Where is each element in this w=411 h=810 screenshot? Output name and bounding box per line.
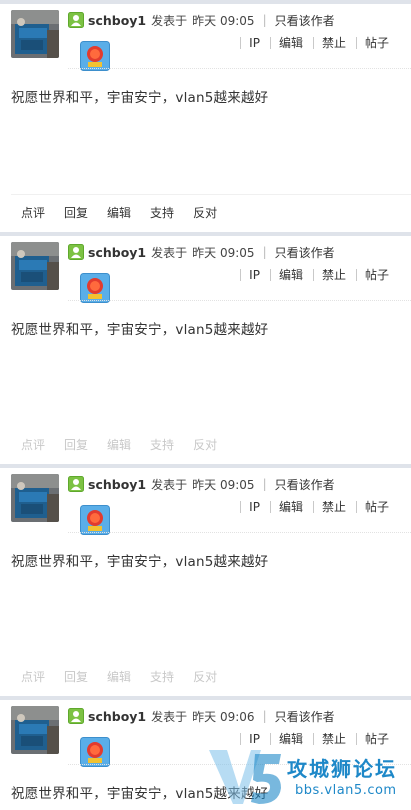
post-actions: 点评 回复 编辑 支持 反对 <box>21 436 236 453</box>
post-content: 祝愿世界和平，宇宙安宁，vlan5越来越好 <box>11 554 269 570</box>
avatar[interactable] <box>11 10 59 58</box>
post-meta: schboy1 发表于 昨天 09:05 | 只看该作者 <box>68 474 335 494</box>
post-actions: 点评 回复 编辑 支持 反对 <box>21 668 236 685</box>
actions-divider <box>11 194 411 195</box>
post-ops: IP 编辑 禁止 帖子 <box>240 37 389 49</box>
posted-time: 昨天 09:05 <box>192 477 255 492</box>
author-name[interactable]: schboy1 <box>88 477 146 492</box>
op-ip[interactable]: IP <box>240 501 260 513</box>
post-content: 祝愿世界和平，宇宙安宁，vlan5越来越好 <box>11 90 269 106</box>
meta-separator: | <box>262 245 267 259</box>
user-online-icon <box>68 476 84 492</box>
action-comment[interactable]: 点评 <box>21 436 45 453</box>
action-reply[interactable]: 回复 <box>64 436 88 453</box>
post-ops: IP 编辑 禁止 帖子 <box>240 501 389 513</box>
posted-time: 昨天 09:05 <box>192 245 255 260</box>
avatar[interactable] <box>11 242 59 290</box>
v5-logo-icon <box>209 750 281 804</box>
meta-dotted-divider <box>68 300 411 301</box>
action-edit[interactable]: 编辑 <box>107 204 131 221</box>
post-divider <box>0 696 411 700</box>
action-oppose[interactable]: 反对 <box>193 204 217 221</box>
posted-time: 昨天 09:06 <box>192 709 255 724</box>
op-posts[interactable]: 帖子 <box>355 501 389 513</box>
op-edit[interactable]: 编辑 <box>269 269 303 281</box>
action-comment[interactable]: 点评 <box>21 668 45 685</box>
op-edit[interactable]: 编辑 <box>269 501 303 513</box>
author-name[interactable]: schboy1 <box>88 245 146 260</box>
op-ip[interactable]: IP <box>240 269 260 281</box>
op-posts[interactable]: 帖子 <box>355 269 389 281</box>
post-content: 祝愿世界和平，宇宙安宁，vlan5越来越好 <box>11 322 269 338</box>
action-edit[interactable]: 编辑 <box>107 436 131 453</box>
post-divider <box>0 0 411 4</box>
only-author-link[interactable]: 只看该作者 <box>275 244 335 261</box>
action-reply[interactable]: 回复 <box>64 204 88 221</box>
only-author-link[interactable]: 只看该作者 <box>275 708 335 725</box>
medal-badge-icon <box>80 505 110 535</box>
op-ban[interactable]: 禁止 <box>312 501 346 513</box>
meta-separator: | <box>262 13 267 27</box>
op-ban[interactable]: 禁止 <box>312 37 346 49</box>
meta-dotted-divider <box>68 68 411 69</box>
posted-label: 发表于 <box>151 13 188 28</box>
user-online-icon <box>68 244 84 260</box>
post-divider <box>0 232 411 236</box>
post-meta: schboy1 发表于 昨天 09:05 | 只看该作者 <box>68 242 335 262</box>
post-actions: 点评 回复 编辑 支持 反对 <box>21 204 236 221</box>
action-comment[interactable]: 点评 <box>21 204 45 221</box>
medal-badge-icon <box>80 41 110 71</box>
posted-label: 发表于 <box>151 477 188 492</box>
avatar[interactable] <box>11 706 59 754</box>
op-edit[interactable]: 编辑 <box>269 37 303 49</box>
action-support[interactable]: 支持 <box>150 204 174 221</box>
op-ban[interactable]: 禁止 <box>312 269 346 281</box>
site-watermark: 攻城狮论坛 bbs.vlan5.com <box>205 744 411 810</box>
post-ops: IP 编辑 禁止 帖子 <box>240 269 389 281</box>
user-online-icon <box>68 708 84 724</box>
action-support[interactable]: 支持 <box>150 668 174 685</box>
meta-separator: | <box>262 709 267 723</box>
medal-badge-icon <box>80 737 110 767</box>
author-name[interactable]: schboy1 <box>88 709 146 724</box>
post-meta: schboy1 发表于 昨天 09:05 | 只看该作者 <box>68 10 335 30</box>
watermark-subtitle: bbs.vlan5.com <box>295 783 397 798</box>
action-reply[interactable]: 回复 <box>64 668 88 685</box>
action-oppose[interactable]: 反对 <box>193 436 217 453</box>
meta-separator: | <box>262 477 267 491</box>
avatar[interactable] <box>11 474 59 522</box>
author-name[interactable]: schboy1 <box>88 13 146 28</box>
only-author-link[interactable]: 只看该作者 <box>275 476 335 493</box>
posted-label: 发表于 <box>151 245 188 260</box>
meta-dotted-divider <box>68 532 411 533</box>
posted-time: 昨天 09:05 <box>192 13 255 28</box>
user-online-icon <box>68 12 84 28</box>
posted-label: 发表于 <box>151 709 188 724</box>
post-meta: schboy1 发表于 昨天 09:06 | 只看该作者 <box>68 706 335 726</box>
action-support[interactable]: 支持 <box>150 436 174 453</box>
only-author-link[interactable]: 只看该作者 <box>275 12 335 29</box>
post-divider <box>0 464 411 468</box>
action-oppose[interactable]: 反对 <box>193 668 217 685</box>
watermark-title: 攻城狮论坛 <box>287 757 397 781</box>
medal-badge-icon <box>80 273 110 303</box>
op-ip[interactable]: IP <box>240 37 260 49</box>
op-posts[interactable]: 帖子 <box>355 37 389 49</box>
action-edit[interactable]: 编辑 <box>107 668 131 685</box>
